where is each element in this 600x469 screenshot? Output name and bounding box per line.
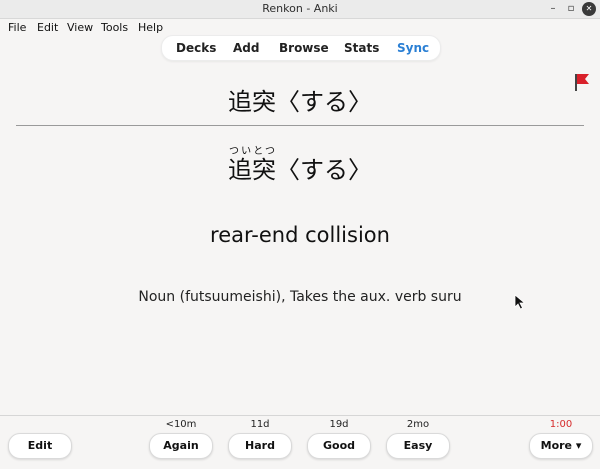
card-meaning: rear-end collision xyxy=(210,223,390,247)
furigana-reading: ついとつ xyxy=(228,146,276,157)
menu-file[interactable]: File xyxy=(8,21,26,34)
hard-button[interactable]: Hard xyxy=(228,433,292,459)
interval-easy: 2mo xyxy=(406,419,430,430)
menu-edit[interactable]: Edit xyxy=(37,21,58,34)
minimize-icon[interactable]: – xyxy=(546,2,560,16)
answer-timer: 1:00 xyxy=(549,419,573,430)
card-back: 追突ついとつ〈する〉 xyxy=(0,146,600,185)
mouse-cursor-icon xyxy=(514,294,526,310)
back-kanji: 追突 xyxy=(228,156,276,184)
tab-add[interactable]: Add xyxy=(233,41,259,55)
easy-button[interactable]: Easy xyxy=(386,433,450,459)
edit-button[interactable]: Edit xyxy=(8,433,72,459)
window-titlebar: Renkon - Anki – ▫ ✕ xyxy=(0,0,600,19)
again-button[interactable]: Again xyxy=(149,433,213,459)
menu-view[interactable]: View xyxy=(67,21,93,34)
close-icon[interactable]: ✕ xyxy=(582,2,596,16)
card-front: 追突〈する〉 xyxy=(228,88,372,116)
interval-hard: 11d xyxy=(250,419,270,430)
more-button[interactable]: More ▾ xyxy=(529,433,593,459)
window-title: Renkon - Anki xyxy=(262,2,338,15)
tab-stats[interactable]: Stats xyxy=(344,41,379,55)
good-button[interactable]: Good xyxy=(307,433,371,459)
back-suffix: 〈する〉 xyxy=(276,156,372,184)
main-toolbar: Decks Add Browse Stats Sync xyxy=(161,35,441,61)
card-content: 追突〈する〉 追突ついとつ〈する〉 rear-end collision Nou… xyxy=(0,60,600,415)
answer-bar: <10m 11d 19d 2mo 1:00 Edit Again Hard Go… xyxy=(0,415,600,469)
menu-help[interactable]: Help xyxy=(138,21,163,34)
tab-browse[interactable]: Browse xyxy=(279,41,329,55)
answer-divider xyxy=(16,125,584,126)
maximize-icon[interactable]: ▫ xyxy=(564,2,578,16)
furigana-word: 追突ついとつ xyxy=(228,146,276,184)
interval-again: <10m xyxy=(165,419,197,430)
card-part-of-speech: Noun (futsuumeishi), Takes the aux. verb… xyxy=(138,289,462,305)
tab-decks[interactable]: Decks xyxy=(176,41,216,55)
interval-good: 19d xyxy=(329,419,349,430)
menu-tools[interactable]: Tools xyxy=(101,21,128,34)
tab-sync[interactable]: Sync xyxy=(397,41,429,55)
